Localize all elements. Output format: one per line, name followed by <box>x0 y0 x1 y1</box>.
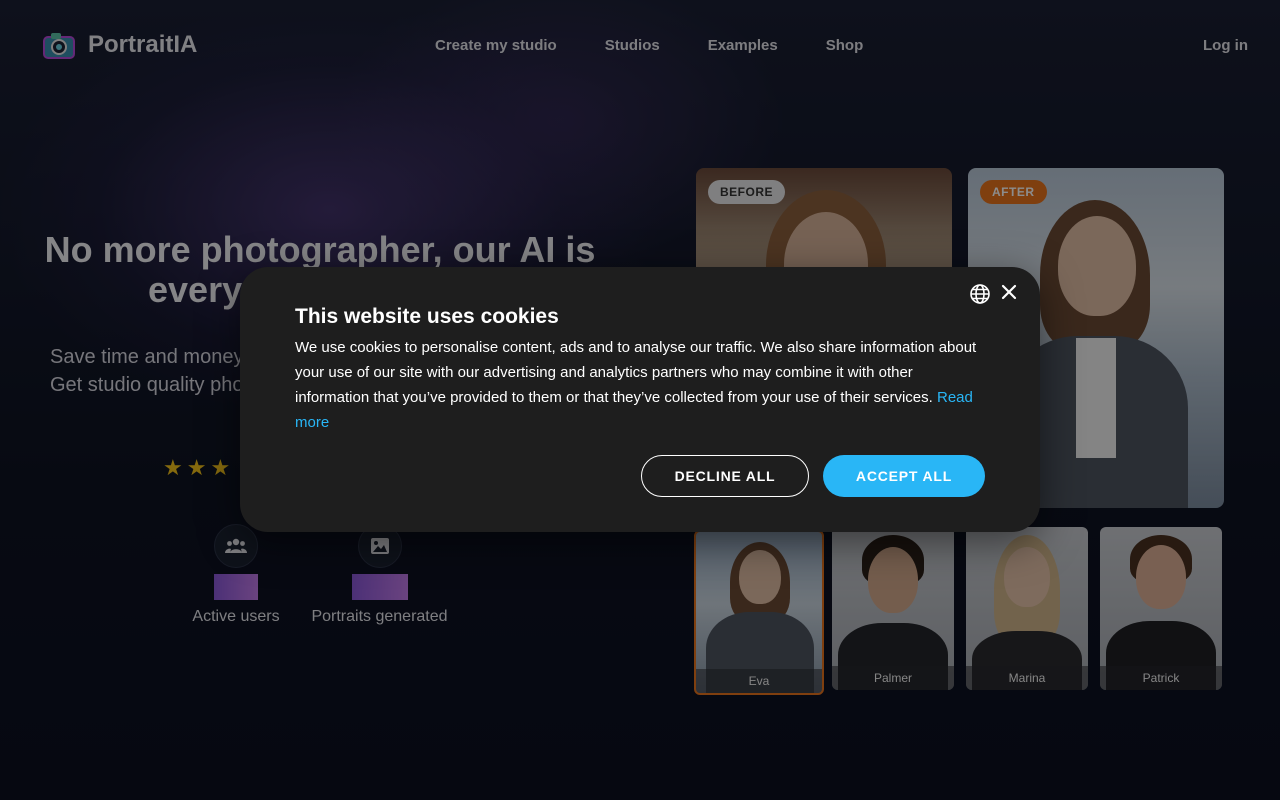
cookie-modal-text: We use cookies to personalise content, a… <box>295 339 977 406</box>
cookie-consent-modal: This website uses cookies We use cookies… <box>240 267 1040 532</box>
accept-all-button[interactable]: ACCEPT ALL <box>823 455 985 497</box>
close-icon[interactable] <box>998 283 1020 305</box>
language-globe-icon[interactable] <box>969 283 991 305</box>
decline-all-button[interactable]: DECLINE ALL <box>641 455 809 497</box>
cookie-modal-body: We use cookies to personalise content, a… <box>295 335 985 435</box>
cookie-modal-title: This website uses cookies <box>295 305 559 328</box>
